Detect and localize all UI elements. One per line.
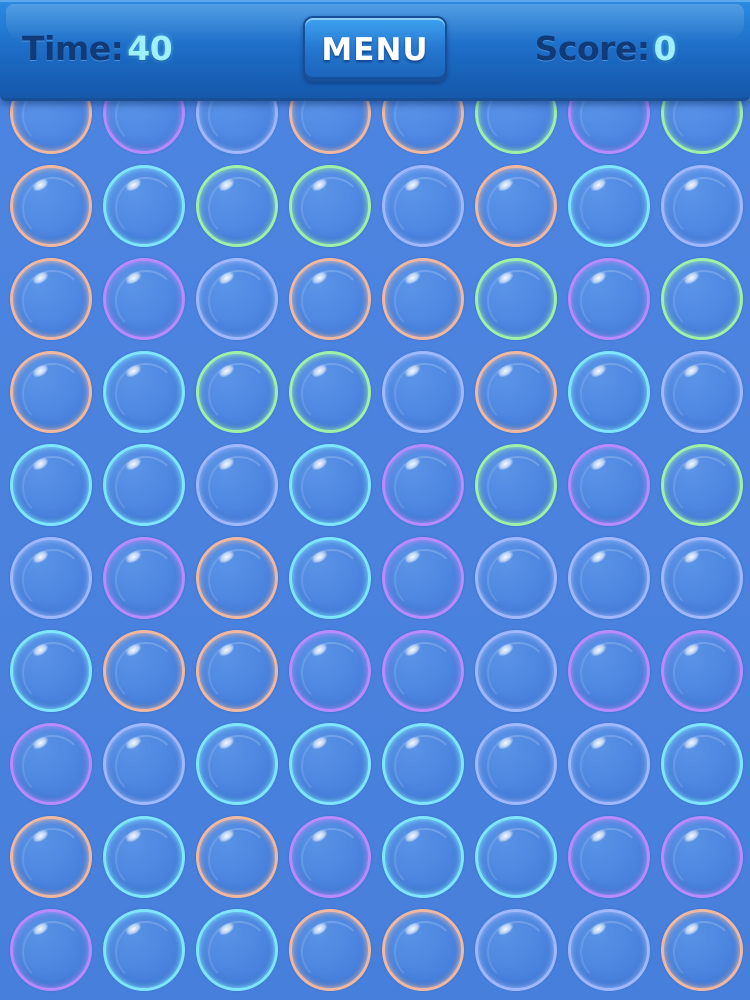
bubble[interactable] bbox=[475, 909, 557, 991]
bubble[interactable] bbox=[196, 909, 278, 991]
bubble[interactable] bbox=[196, 444, 278, 526]
bubble[interactable] bbox=[661, 630, 743, 712]
bubble[interactable] bbox=[661, 723, 743, 805]
bubble[interactable] bbox=[382, 165, 464, 247]
bubble[interactable] bbox=[10, 351, 92, 433]
bubble[interactable] bbox=[103, 165, 185, 247]
bubble[interactable] bbox=[661, 444, 743, 526]
bubble[interactable] bbox=[661, 909, 743, 991]
bubble[interactable] bbox=[10, 723, 92, 805]
bubble[interactable] bbox=[103, 909, 185, 991]
bubble[interactable] bbox=[382, 909, 464, 991]
bubble[interactable] bbox=[10, 630, 92, 712]
bubble[interactable] bbox=[475, 351, 557, 433]
bubble[interactable] bbox=[10, 816, 92, 898]
bubble[interactable] bbox=[382, 258, 464, 340]
bubble[interactable] bbox=[103, 444, 185, 526]
bubble[interactable] bbox=[661, 258, 743, 340]
bubble[interactable] bbox=[196, 258, 278, 340]
bubble[interactable] bbox=[382, 723, 464, 805]
bubble[interactable] bbox=[103, 258, 185, 340]
bubble[interactable] bbox=[289, 630, 371, 712]
bubble[interactable] bbox=[103, 816, 185, 898]
bubble[interactable] bbox=[568, 909, 650, 991]
bubble[interactable] bbox=[568, 816, 650, 898]
menu-button[interactable]: MENU bbox=[303, 16, 447, 82]
bubble[interactable] bbox=[475, 537, 557, 619]
bubble-grid bbox=[0, 0, 750, 1000]
bubble[interactable] bbox=[10, 537, 92, 619]
hud-bar: Time: 40 MENU Score: 0 bbox=[0, 0, 750, 101]
bubble[interactable] bbox=[475, 816, 557, 898]
time-display: Time: 40 bbox=[22, 24, 173, 74]
bubble[interactable] bbox=[568, 723, 650, 805]
bubble[interactable] bbox=[568, 537, 650, 619]
bubble[interactable] bbox=[10, 444, 92, 526]
bubble[interactable] bbox=[196, 165, 278, 247]
bubble[interactable] bbox=[382, 351, 464, 433]
bubble[interactable] bbox=[568, 351, 650, 433]
bubble[interactable] bbox=[568, 165, 650, 247]
score-value: 0 bbox=[653, 29, 677, 68]
bubble[interactable] bbox=[475, 630, 557, 712]
bubble[interactable] bbox=[196, 537, 278, 619]
bubble[interactable] bbox=[103, 351, 185, 433]
bubble[interactable] bbox=[196, 351, 278, 433]
time-value: 40 bbox=[127, 29, 173, 68]
bubble[interactable] bbox=[661, 816, 743, 898]
bubble[interactable] bbox=[661, 165, 743, 247]
bubble[interactable] bbox=[196, 723, 278, 805]
bubble[interactable] bbox=[289, 444, 371, 526]
bubble[interactable] bbox=[382, 537, 464, 619]
bubble[interactable] bbox=[475, 258, 557, 340]
bubble[interactable] bbox=[289, 165, 371, 247]
bubble[interactable] bbox=[103, 630, 185, 712]
bubble[interactable] bbox=[382, 444, 464, 526]
bubble[interactable] bbox=[289, 258, 371, 340]
bubble[interactable] bbox=[382, 816, 464, 898]
bubble[interactable] bbox=[382, 630, 464, 712]
bubble[interactable] bbox=[10, 909, 92, 991]
bubble[interactable] bbox=[196, 816, 278, 898]
bubble[interactable] bbox=[475, 165, 557, 247]
bubble[interactable] bbox=[475, 723, 557, 805]
game-screen: Time: 40 MENU Score: 0 bbox=[0, 0, 750, 1000]
bubble[interactable] bbox=[289, 537, 371, 619]
bubble[interactable] bbox=[568, 630, 650, 712]
bubble[interactable] bbox=[661, 351, 743, 433]
time-label: Time: bbox=[22, 29, 124, 68]
bubble[interactable] bbox=[10, 165, 92, 247]
bubble[interactable] bbox=[661, 537, 743, 619]
bubble[interactable] bbox=[475, 444, 557, 526]
bubble[interactable] bbox=[289, 909, 371, 991]
score-display: Score: 0 bbox=[534, 24, 677, 74]
bubble[interactable] bbox=[568, 444, 650, 526]
bubble[interactable] bbox=[289, 723, 371, 805]
bubble[interactable] bbox=[103, 537, 185, 619]
bubble[interactable] bbox=[289, 351, 371, 433]
score-label: Score: bbox=[534, 29, 650, 68]
bubble[interactable] bbox=[568, 258, 650, 340]
bubble[interactable] bbox=[10, 258, 92, 340]
bubble[interactable] bbox=[103, 723, 185, 805]
bubble[interactable] bbox=[196, 630, 278, 712]
bubble[interactable] bbox=[289, 816, 371, 898]
